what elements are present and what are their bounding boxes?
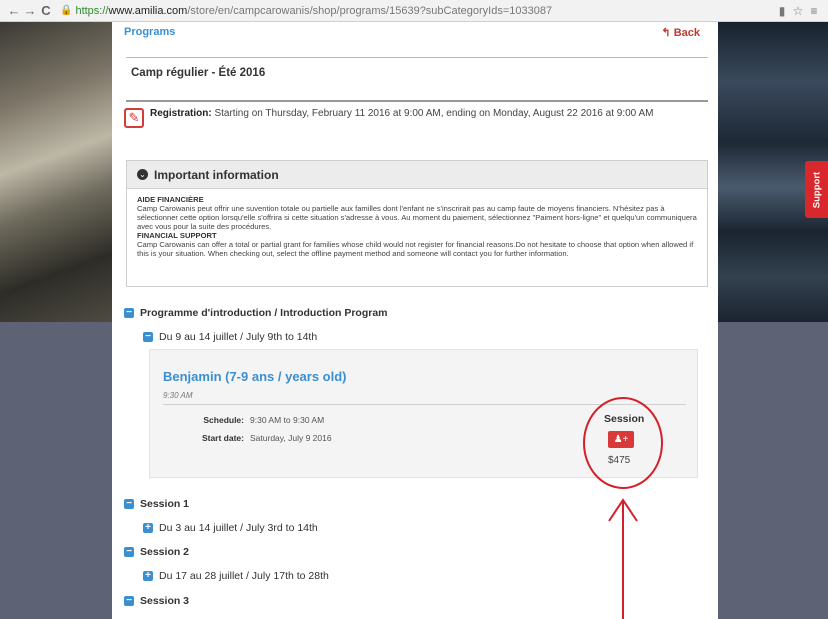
browser-forward-icon[interactable]: → bbox=[22, 3, 38, 18]
registration-text: Starting on Thursday, February 11 2016 a… bbox=[214, 108, 654, 119]
important-info-panel: ⌄ Important information AIDE FINANCIÈRE … bbox=[126, 160, 708, 287]
schedule-row: Schedule: 9:30 AM to 9:30 AM bbox=[182, 415, 324, 425]
lock-icon: 🔒 bbox=[60, 4, 73, 16]
extension-icon[interactable]: ▮ bbox=[774, 4, 790, 18]
schedule-label: Schedule: bbox=[203, 415, 244, 425]
info-text-en: Camp Carowanis can offer a total or part… bbox=[137, 240, 694, 258]
divider bbox=[126, 57, 708, 58]
tree-item-session2[interactable]: − Session 2 bbox=[124, 546, 189, 558]
back-link[interactable]: ↰ Back bbox=[661, 26, 700, 39]
start-date-label: Start date: bbox=[201, 433, 244, 443]
tree-item-session3[interactable]: − Session 3 bbox=[124, 595, 189, 607]
address-bar[interactable]: 🔒 https:// www.amilia.com /store/en/camp… bbox=[60, 3, 774, 19]
registration-label: Registration: bbox=[150, 108, 212, 119]
url-host: www.amilia.com bbox=[108, 4, 188, 17]
start-date-row: Start date: Saturday, July 9 2016 bbox=[182, 433, 332, 443]
info-heading-en: FINANCIAL SUPPORT bbox=[137, 231, 217, 240]
schedule-value: 9:30 AM to 9:30 AM bbox=[250, 415, 325, 425]
bookmark-star-icon[interactable]: ☆ bbox=[790, 4, 806, 18]
tree-item-session1-dates[interactable]: + Du 3 au 14 juillet / July 3rd to 14th bbox=[143, 522, 318, 534]
register-button[interactable]: ♟+ bbox=[608, 431, 634, 448]
browser-menu-icon[interactable]: ≡ bbox=[806, 4, 822, 18]
expand-icon[interactable]: + bbox=[143, 523, 153, 534]
info-heading-fr: AIDE FINANCIÈRE bbox=[137, 195, 204, 204]
tree-label: Du 9 au 14 juillet / July 9th to 14th bbox=[159, 331, 318, 343]
browser-reload-icon[interactable]: C bbox=[38, 3, 54, 18]
registration-period: Registration: Starting on Thursday, Febr… bbox=[150, 108, 653, 119]
important-info-title: Important information bbox=[154, 167, 279, 182]
main-content-panel: Programs ↰ Back Camp régulier - Été 2016… bbox=[112, 22, 718, 619]
support-tab[interactable]: Support bbox=[805, 161, 828, 218]
tree-label: Session 1 bbox=[140, 498, 190, 510]
collapse-icon[interactable]: − bbox=[124, 308, 134, 319]
tree-label: Du 17 au 28 juillet / July 17th to 28th bbox=[159, 570, 329, 582]
collapse-icon[interactable]: − bbox=[143, 332, 153, 343]
collapse-icon[interactable]: − bbox=[124, 596, 134, 607]
tree-label: Du 3 au 14 juillet / July 3rd to 14th bbox=[159, 522, 318, 534]
divider bbox=[163, 404, 686, 405]
tree-item-session2-dates[interactable]: + Du 17 au 28 juillet / July 17th to 28th bbox=[143, 570, 329, 582]
browser-back-icon[interactable]: ← bbox=[6, 3, 22, 18]
activity-name-link[interactable]: Benjamin (7-9 ans / years old) bbox=[163, 369, 347, 384]
divider bbox=[126, 100, 708, 102]
tree-item-session1[interactable]: − Session 1 bbox=[124, 498, 189, 510]
important-info-header[interactable]: ⌄ Important information bbox=[127, 161, 707, 189]
support-label: Support bbox=[811, 171, 822, 208]
tree-item-intro-dates[interactable]: − Du 9 au 14 juillet / July 9th to 14th bbox=[143, 331, 317, 343]
url-scheme: https:// bbox=[75, 4, 109, 17]
programs-breadcrumb-link[interactable]: Programs bbox=[124, 26, 175, 38]
background-photo-left bbox=[0, 22, 112, 322]
activity-time: 9:30 AM bbox=[163, 391, 193, 400]
price: $475 bbox=[608, 455, 631, 466]
session-label: Session bbox=[604, 413, 645, 425]
chevron-circle-down-icon: ⌄ bbox=[137, 169, 148, 180]
collapse-icon[interactable]: − bbox=[124, 547, 134, 558]
page-title: Camp régulier - Été 2016 bbox=[131, 67, 266, 79]
tree-label: Programme d'introduction / Introduction … bbox=[140, 307, 388, 319]
collapse-icon[interactable]: − bbox=[124, 499, 134, 510]
activity-card: Benjamin (7-9 ans / years old) 9:30 AM S… bbox=[149, 349, 698, 478]
browser-toolbar: ← → C 🔒 https:// www.amilia.com /store/e… bbox=[0, 0, 828, 22]
info-text-fr: Camp Carowanis peut offrir une suvention… bbox=[137, 204, 697, 231]
tree-label: Session 3 bbox=[140, 595, 190, 607]
tree-label: Session 2 bbox=[140, 546, 190, 558]
url-path: /store/en/campcarowanis/shop/programs/15… bbox=[187, 4, 553, 17]
edit-icon: ✎ bbox=[124, 108, 144, 128]
user-plus-icon: ♟+ bbox=[613, 434, 629, 445]
important-info-body: AIDE FINANCIÈRE Camp Carowanis peut offr… bbox=[127, 189, 707, 258]
tree-item-intro-program[interactable]: − Programme d'introduction / Introduction… bbox=[124, 307, 388, 319]
start-date-value: Saturday, July 9 2016 bbox=[250, 433, 332, 443]
expand-icon[interactable]: + bbox=[143, 571, 153, 582]
